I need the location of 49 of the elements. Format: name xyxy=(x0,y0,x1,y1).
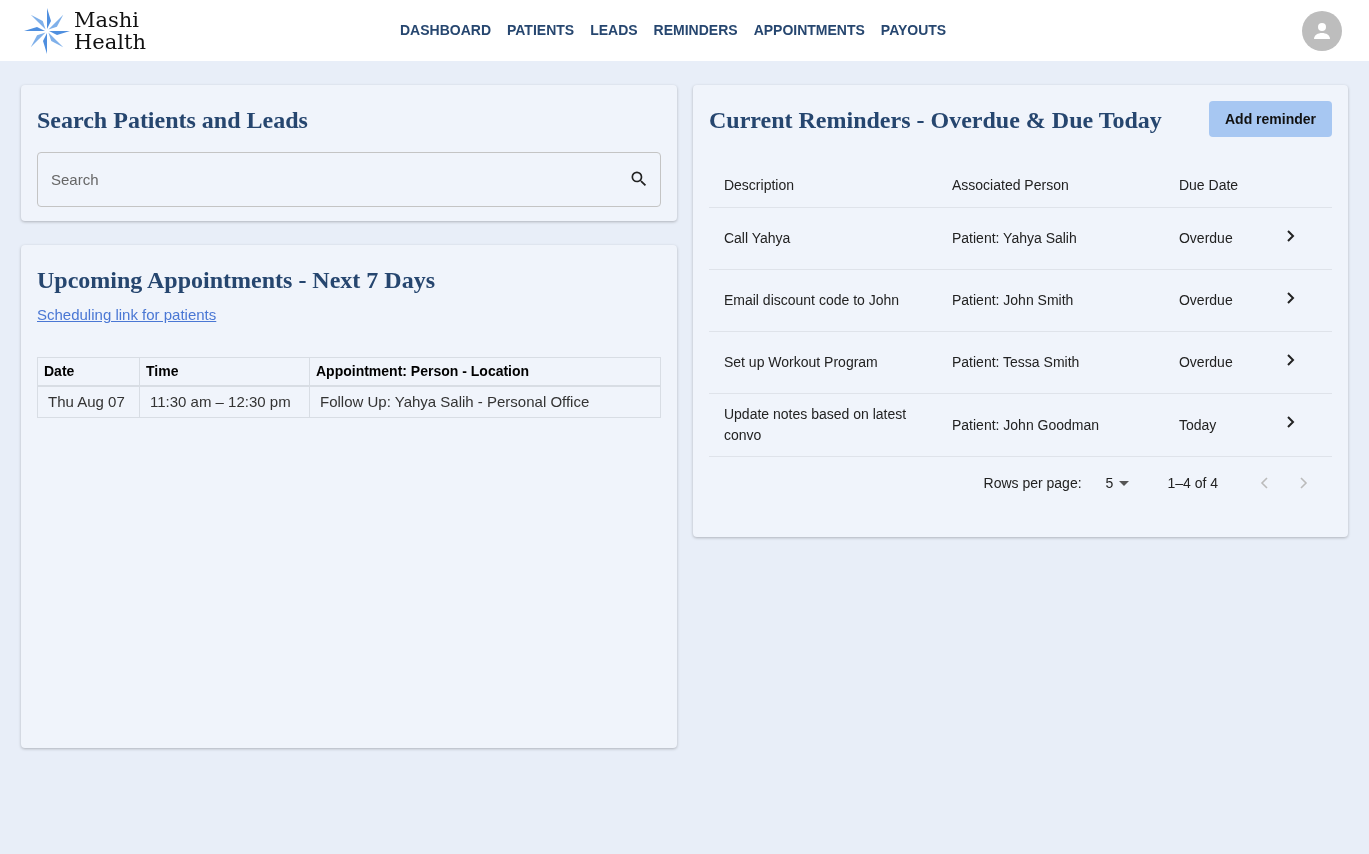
card-title: Current Reminders - Overdue & Due Today xyxy=(708,106,1162,135)
table-cell-text: Call Yahya xyxy=(723,229,792,248)
column-header: Date xyxy=(37,357,140,386)
nav-link[interactable]: LEADS xyxy=(590,20,638,41)
table-cell: Thu Aug 07 xyxy=(37,385,140,418)
nav-link[interactable]: PAYOUTS xyxy=(880,20,947,41)
pagination-range: 1–4 of 4 xyxy=(1167,473,1218,493)
nav-link[interactable]: APPOINTMENTS xyxy=(753,20,865,41)
reminder-row[interactable]: Call Yahya Patient: Yahya Salih Overdue xyxy=(708,208,1332,270)
table-cell-text: Overdue xyxy=(1178,353,1234,372)
table-cell: 11:30 am – 12:30 pm xyxy=(139,385,310,418)
reminder-row[interactable]: Set up Workout Program Patient: Tessa Smith Overdue xyxy=(708,332,1332,394)
logo-text: Health xyxy=(74,30,146,53)
column-header: Description xyxy=(723,176,795,195)
column-header: Due Date xyxy=(1178,176,1240,195)
card-title: Search Patients and Leads xyxy=(37,106,309,135)
table-cell-text: Patient: Tessa Smith xyxy=(951,353,1081,372)
card-title: Upcoming Appointments - Next 7 Days xyxy=(37,266,436,295)
chevron-right-icon[interactable] xyxy=(1287,416,1295,428)
search-field[interactable]: Search xyxy=(37,152,661,207)
column-header: Associated Person xyxy=(951,176,1070,195)
table-cell-text: Patient: John Goodman xyxy=(951,415,1101,435)
chevron-right-icon[interactable] xyxy=(1287,353,1295,366)
chevron-right-icon[interactable] xyxy=(1287,229,1295,242)
caret-icon xyxy=(1119,480,1130,486)
table-cell-text: Patient: John Smith xyxy=(951,291,1075,310)
table-cell-text: Email discount code to John xyxy=(723,291,901,310)
nav-link[interactable]: REMINDERS xyxy=(653,20,738,41)
scheduling-link[interactable]: Scheduling link for patients xyxy=(37,304,217,327)
column-header: Appointment: Person - Location xyxy=(309,357,661,386)
rows-per-page-select[interactable]: 5 xyxy=(1105,472,1130,494)
table-cell-text: Overdue xyxy=(1178,229,1234,248)
table-cell-text: Update notes based on latest convo xyxy=(723,405,908,445)
add-reminder-button[interactable]: Add reminder xyxy=(1209,101,1332,137)
table-cell-text: Overdue xyxy=(1178,291,1234,310)
chevron-left-icon xyxy=(1260,477,1268,489)
logo-text: Mashi xyxy=(74,8,141,31)
table-cell-text: Set up Workout Program xyxy=(723,353,879,372)
table-cell: Follow Up: Yahya Salih - Personal Office xyxy=(309,385,661,418)
reminder-row[interactable]: Email discount code to John Patient: John Smith Overdue xyxy=(708,270,1332,332)
nav-link[interactable]: PATIENTS xyxy=(507,20,575,41)
rows-per-page-label: Rows per page: xyxy=(983,473,1082,493)
table-cell-text: Today xyxy=(1178,415,1218,435)
column-header: Time xyxy=(139,357,310,386)
nav-link[interactable]: DASHBOARD xyxy=(400,20,491,41)
reminder-row[interactable]: Update notes based on latest convo Patient: John Goodman Today xyxy=(708,394,1332,457)
table-cell-text: Patient: Yahya Salih xyxy=(951,229,1078,248)
chevron-right-icon[interactable] xyxy=(1287,291,1295,304)
chevron-right-icon xyxy=(1300,477,1308,489)
